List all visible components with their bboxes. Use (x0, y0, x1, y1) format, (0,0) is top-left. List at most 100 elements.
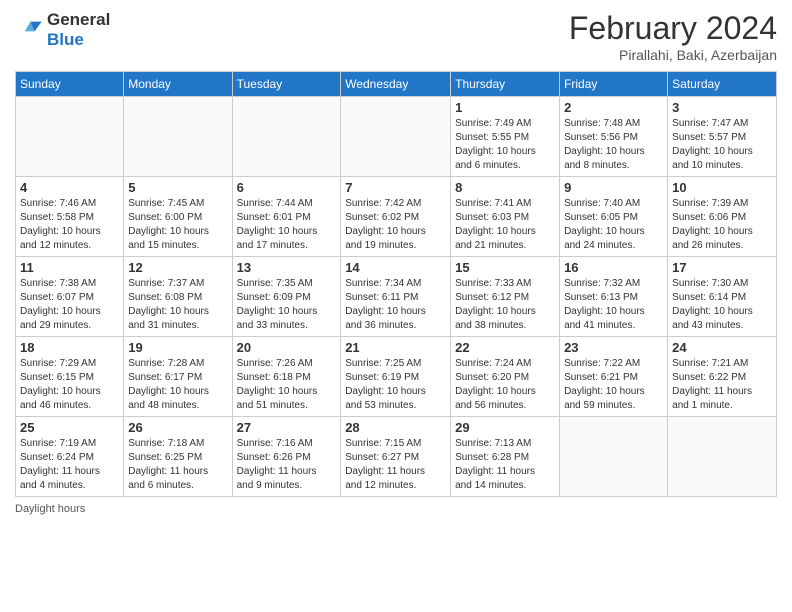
calendar-cell: 4 Sunrise: 7:46 AM Sunset: 5:58 PM Daylig… (16, 177, 124, 257)
day-info: Sunrise: 7:47 AM Sunset: 5:57 PM Dayligh… (672, 117, 772, 173)
day-number: 22 (455, 340, 555, 355)
calendar-cell (232, 97, 341, 177)
calendar-cell: 6 Sunrise: 7:44 AM Sunset: 6:01 PM Daylig… (232, 177, 341, 257)
day-number: 17 (672, 260, 772, 275)
day-number: 7 (345, 180, 446, 195)
day-number: 12 (128, 260, 227, 275)
calendar-cell: 7 Sunrise: 7:42 AM Sunset: 6:02 PM Daylig… (341, 177, 451, 257)
day-info: Sunrise: 7:48 AM Sunset: 5:56 PM Dayligh… (564, 117, 663, 173)
calendar-cell: 22Sunrise: 7:24 AM Sunset: 6:20 PM Dayli… (451, 337, 560, 417)
day-number: 25 (20, 420, 119, 435)
calendar-cell (668, 417, 777, 497)
day-info: Sunrise: 7:13 AM Sunset: 6:28 PM Dayligh… (455, 437, 555, 493)
day-info: Sunrise: 7:28 AM Sunset: 6:17 PM Dayligh… (128, 357, 227, 413)
calendar-header-friday: Friday (560, 72, 668, 97)
calendar-header-saturday: Saturday (668, 72, 777, 97)
calendar-cell: 25 Sunrise: 7:19 AM Sunset: 6:24 PM Dayli… (16, 417, 124, 497)
day-number: 27 (237, 420, 337, 435)
day-number: 3 (672, 100, 772, 115)
day-info: Sunrise: 7:44 AM Sunset: 6:01 PM Dayligh… (237, 197, 337, 253)
calendar-cell (16, 97, 124, 177)
calendar-cell: 20 Sunrise: 7:26 AM Sunset: 6:18 PM Dayli… (232, 337, 341, 417)
day-number: 2 (564, 100, 663, 115)
calendar-week-4: 18 Sunrise: 7:29 AM Sunset: 6:15 PM Dayli… (16, 337, 777, 417)
day-number: 4 (20, 180, 119, 195)
calendar-cell: 11 Sunrise: 7:38 AM Sunset: 6:07 PM Dayli… (16, 257, 124, 337)
calendar-cell: 3 Sunrise: 7:47 AM Sunset: 5:57 PM Daylig… (668, 97, 777, 177)
calendar-header-monday: Monday (124, 72, 232, 97)
day-info: Sunrise: 7:19 AM Sunset: 6:24 PM Dayligh… (20, 437, 119, 493)
calendar-cell: 1 Sunrise: 7:49 AM Sunset: 5:55 PM Daylig… (451, 97, 560, 177)
day-info: Sunrise: 7:37 AM Sunset: 6:08 PM Dayligh… (128, 277, 227, 333)
day-info: Sunrise: 7:39 AM Sunset: 6:06 PM Dayligh… (672, 197, 772, 253)
day-number: 11 (20, 260, 119, 275)
calendar-header-row: SundayMondayTuesdayWednesdayThursdayFrid… (16, 72, 777, 97)
day-info: Sunrise: 7:41 AM Sunset: 6:03 PM Dayligh… (455, 197, 555, 253)
day-number: 28 (345, 420, 446, 435)
day-number: 15 (455, 260, 555, 275)
calendar-cell: 28 Sunrise: 7:15 AM Sunset: 6:27 PM Dayli… (341, 417, 451, 497)
day-info: Sunrise: 7:26 AM Sunset: 6:18 PM Dayligh… (237, 357, 337, 413)
day-info: Sunrise: 7:49 AM Sunset: 5:55 PM Dayligh… (455, 117, 555, 173)
day-info: Sunrise: 7:38 AM Sunset: 6:07 PM Dayligh… (20, 277, 119, 333)
day-number: 1 (455, 100, 555, 115)
calendar-cell: 24 Sunrise: 7:21 AM Sunset: 6:22 PM Dayli… (668, 337, 777, 417)
calendar-cell: 23 Sunrise: 7:22 AM Sunset: 6:21 PM Dayli… (560, 337, 668, 417)
day-number: 14 (345, 260, 446, 275)
day-number: 23 (564, 340, 663, 355)
logo-icon (15, 16, 43, 44)
calendar-cell (124, 97, 232, 177)
calendar-cell: 19 Sunrise: 7:28 AM Sunset: 6:17 PM Dayli… (124, 337, 232, 417)
calendar-cell: 5 Sunrise: 7:45 AM Sunset: 6:00 PM Daylig… (124, 177, 232, 257)
calendar-week-3: 11 Sunrise: 7:38 AM Sunset: 6:07 PM Dayli… (16, 257, 777, 337)
calendar-cell: 13Sunrise: 7:35 AM Sunset: 6:09 PM Dayli… (232, 257, 341, 337)
day-number: 13 (237, 260, 337, 275)
calendar-cell: 27Sunrise: 7:16 AM Sunset: 6:26 PM Dayli… (232, 417, 341, 497)
calendar-table: SundayMondayTuesdayWednesdayThursdayFrid… (15, 71, 777, 497)
day-number: 24 (672, 340, 772, 355)
calendar-header-sunday: Sunday (16, 72, 124, 97)
calendar-cell: 2 Sunrise: 7:48 AM Sunset: 5:56 PM Daylig… (560, 97, 668, 177)
day-info: Sunrise: 7:22 AM Sunset: 6:21 PM Dayligh… (564, 357, 663, 413)
day-number: 5 (128, 180, 227, 195)
day-info: Sunrise: 7:21 AM Sunset: 6:22 PM Dayligh… (672, 357, 772, 413)
calendar-cell: 16Sunrise: 7:32 AM Sunset: 6:13 PM Dayli… (560, 257, 668, 337)
calendar-cell: 29 Sunrise: 7:13 AM Sunset: 6:28 PM Dayli… (451, 417, 560, 497)
calendar-week-1: 1 Sunrise: 7:49 AM Sunset: 5:55 PM Daylig… (16, 97, 777, 177)
calendar-header-thursday: Thursday (451, 72, 560, 97)
day-number: 8 (455, 180, 555, 195)
month-title: February 2024 (569, 10, 777, 47)
calendar-cell: 10Sunrise: 7:39 AM Sunset: 6:06 PM Dayli… (668, 177, 777, 257)
logo: General Blue (15, 10, 110, 51)
calendar-cell (560, 417, 668, 497)
day-info: Sunrise: 7:33 AM Sunset: 6:12 PM Dayligh… (455, 277, 555, 333)
calendar-cell: 15 Sunrise: 7:33 AM Sunset: 6:12 PM Dayli… (451, 257, 560, 337)
day-info: Sunrise: 7:15 AM Sunset: 6:27 PM Dayligh… (345, 437, 446, 493)
calendar-header-tuesday: Tuesday (232, 72, 341, 97)
day-info: Sunrise: 7:40 AM Sunset: 6:05 PM Dayligh… (564, 197, 663, 253)
day-number: 29 (455, 420, 555, 435)
calendar-cell: 8 Sunrise: 7:41 AM Sunset: 6:03 PM Daylig… (451, 177, 560, 257)
day-number: 19 (128, 340, 227, 355)
calendar-cell: 21 Sunrise: 7:25 AM Sunset: 6:19 PM Dayli… (341, 337, 451, 417)
day-number: 20 (237, 340, 337, 355)
day-number: 18 (20, 340, 119, 355)
day-number: 26 (128, 420, 227, 435)
calendar-week-5: 25 Sunrise: 7:19 AM Sunset: 6:24 PM Dayli… (16, 417, 777, 497)
day-info: Sunrise: 7:45 AM Sunset: 6:00 PM Dayligh… (128, 197, 227, 253)
day-info: Sunrise: 7:25 AM Sunset: 6:19 PM Dayligh… (345, 357, 446, 413)
calendar-week-2: 4 Sunrise: 7:46 AM Sunset: 5:58 PM Daylig… (16, 177, 777, 257)
day-info: Sunrise: 7:42 AM Sunset: 6:02 PM Dayligh… (345, 197, 446, 253)
day-info: Sunrise: 7:30 AM Sunset: 6:14 PM Dayligh… (672, 277, 772, 333)
header: General Blue February 2024 Pirallahi, Ba… (15, 10, 777, 63)
calendar-cell: 9Sunrise: 7:40 AM Sunset: 6:05 PM Daylig… (560, 177, 668, 257)
day-number: 6 (237, 180, 337, 195)
day-number: 21 (345, 340, 446, 355)
day-info: Sunrise: 7:29 AM Sunset: 6:15 PM Dayligh… (20, 357, 119, 413)
day-info: Sunrise: 7:18 AM Sunset: 6:25 PM Dayligh… (128, 437, 227, 493)
calendar-cell (341, 97, 451, 177)
calendar-cell: 12 Sunrise: 7:37 AM Sunset: 6:08 PM Dayli… (124, 257, 232, 337)
day-info: Sunrise: 7:46 AM Sunset: 5:58 PM Dayligh… (20, 197, 119, 253)
calendar-cell: 18 Sunrise: 7:29 AM Sunset: 6:15 PM Dayli… (16, 337, 124, 417)
calendar-cell: 17 Sunrise: 7:30 AM Sunset: 6:14 PM Dayli… (668, 257, 777, 337)
